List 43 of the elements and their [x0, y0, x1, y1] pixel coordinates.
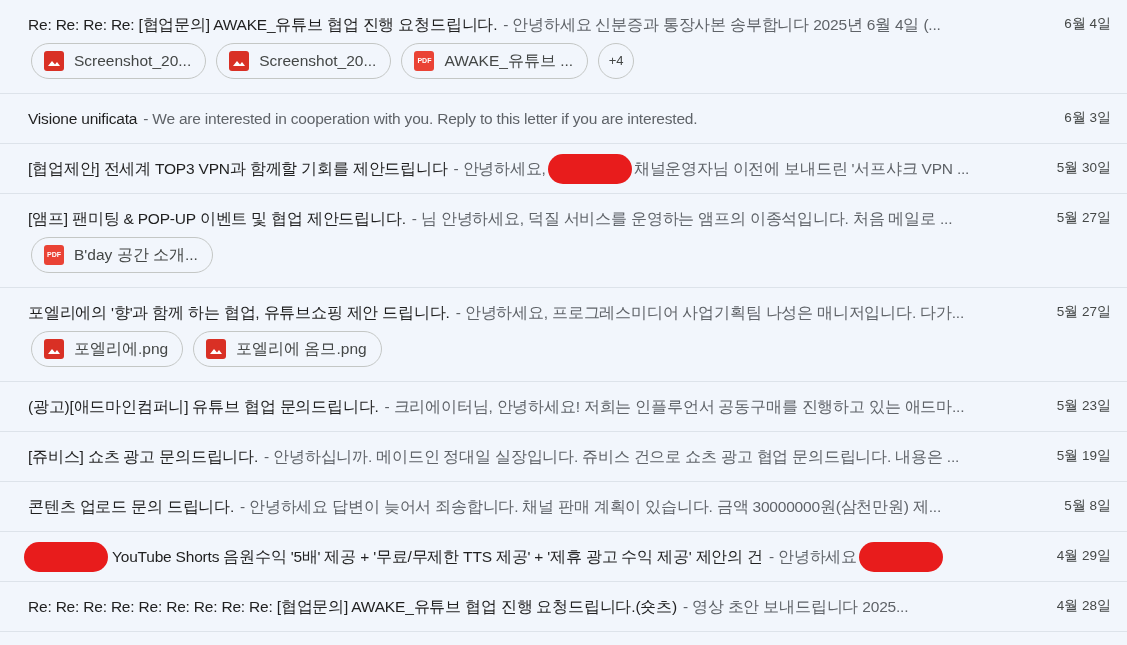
email-date: 5월 27일 [1055, 209, 1111, 228]
image-icon [44, 51, 64, 71]
email-snippet: - 안녕하세요 [768, 546, 858, 567]
email-date: 5월 23일 [1055, 397, 1111, 416]
email-row[interactable]: 콘텐츠 업로드 문의 드립니다. - 안녕하세요 답변이 늦어서 죄송합니다. 채널 판매 계획이 있습니다. 금액 30000000원(삼천만원) 제... 5월 8일 [0, 482, 1127, 532]
email-subject: YouTube Shorts 음원수익 '5배' 제공 + '무료/무제한 TTS 제공' + '제휴 광고 수익 제공' 제안의 건 [112, 546, 763, 567]
email-snippet: - We are interested in cooperation with you. Reply to this letter if you are interested. [143, 108, 698, 129]
email-date: 6월 4일 [1063, 15, 1111, 34]
email-date: 5월 19일 [1055, 447, 1111, 466]
email-snippet: - 안녕하십니까. 메이드인 정대일 실장입니다. 쥬비스 건으로 쇼츠 광고 협업 문의드립니다. 내용은 ... [264, 446, 960, 467]
email-row[interactable]: [협업제안] 전세계 TOP3 VPN과 함께할 기회를 제안드립니다 - 안녕하세요, 채널운영자님 이전에 보내드린 '서프샤크 VPN ... 5월 30일 [0, 144, 1127, 194]
email-snippet: 채널운영자님 이전에 보내드린 '서프샤크 VPN ... [633, 158, 970, 179]
email-row[interactable]: Re: Re: Re: Re: Re: Re: Re: Re: Re: [협업문의] AWAKE_유튜브 협업 진행 요청드립니다.(숏츠) - 영상 초안 보내드립니다 2025... 4월 28일 [0, 582, 1127, 632]
email-subject: [쥬비스] 쇼츠 광고 문의드립니다. [28, 446, 259, 467]
image-icon [206, 339, 227, 359]
image-icon [229, 51, 250, 71]
email-date: 4월 28일 [1055, 597, 1111, 616]
email-row[interactable]: [쥬비스] 쇼츠 광고 문의드립니다. - 안녕하십니까. 메이드인 정대일 실장입니다. 쥬비스 건으로 쇼츠 광고 협업 문의드립니다. 내용은 ... 5월 19일 [0, 432, 1127, 482]
email-row[interactable]: 포엘리에의 '향'과 함께 하는 협업, 유튜브쇼핑 제안 드립니다. - 안녕하세요, 프로그레스미디어 사업기획팀 나성은 매니저입니다. 다가... 5월 27일 포엘리에.png 포엘리에 옴므.png [0, 288, 1127, 382]
email-date: 5월 27일 [1055, 303, 1111, 322]
email-snippet: - 영상 초안 보내드립니다 2025... [682, 596, 909, 617]
email-subject: Re: Re: Re: Re: Re: Re: Re: Re: Re: [협업문의] AWAKE_유튜브 협업 진행 요청드립니다.(숏츠) [28, 596, 677, 617]
email-row[interactable]: (광고)[애드마인컴퍼니] 유튜브 협업 문의드립니다. - 크리에이터님, 안녕하세요! 저희는 인플루언서 공동구매를 진행하고 있는 애드마... 5월 23일 [0, 382, 1127, 432]
email-row[interactable]: Visione unificata - We are interested in cooperation with you. Reply to this letter if you are interested. 6월 3일 [0, 94, 1127, 144]
email-subject: (광고)[애드마인컴퍼니] 유튜브 협업 문의드립니다. [28, 396, 379, 417]
email-snippet: - 크리에이터님, 안녕하세요! 저희는 인플루언서 공동구매를 진행하고 있는 애드마... [384, 396, 965, 417]
email-snippet: - 안녕하세요, 프로그레스미디어 사업기획팀 나성은 매니저입니다. 다가... [455, 302, 965, 323]
email-row[interactable]: YouTube Shorts 음원수익 '5배' 제공 + '무료/무제한 TTS 제공' + '제휴 광고 수익 제공' 제안의 건 - 안녕하세요 4월 29일 [0, 532, 1127, 582]
email-subject: 콘텐츠 업로드 문의 드립니다. [28, 496, 235, 517]
email-date: 6월 3일 [1063, 109, 1111, 128]
email-date: 5월 8일 [1063, 497, 1111, 516]
email-snippet: - 안녕하세요 답변이 늦어서 죄송합니다. 채널 판매 계획이 있습니다. 금액 30000000원(삼천만원) 제... [240, 496, 941, 517]
email-subject: [앰프] 팬미팅 & POP-UP 이벤트 및 협업 제안드립니다. [28, 208, 406, 229]
email-date: 5월 30일 [1055, 159, 1111, 178]
email-subject: 포엘리에의 '향'과 함께 하는 협업, 유튜브쇼핑 제안 드립니다. [28, 302, 450, 323]
email-subject: Re: Re: Re: Re: [협업문의] AWAKE_유튜브 협업 진행 요청드립니다. [28, 14, 498, 35]
email-snippet: - 님 안녕하세요, 덕질 서비스를 운영하는 앰프의 이종석입니다. 처음 메일로 ... [411, 208, 953, 229]
email-snippet: - 안녕하세요, [453, 158, 546, 179]
email-subject: Visione unificata [28, 108, 138, 129]
email-subject: [협업제안] 전세계 TOP3 VPN과 함께할 기회를 제안드립니다 [28, 158, 448, 179]
email-snippet: - 안녕하세요 신분증과 통장사본 송부합니다 2025년 6월 4일 (... [503, 14, 941, 35]
image-icon [44, 339, 64, 359]
email-date: 4월 29일 [1055, 547, 1111, 566]
